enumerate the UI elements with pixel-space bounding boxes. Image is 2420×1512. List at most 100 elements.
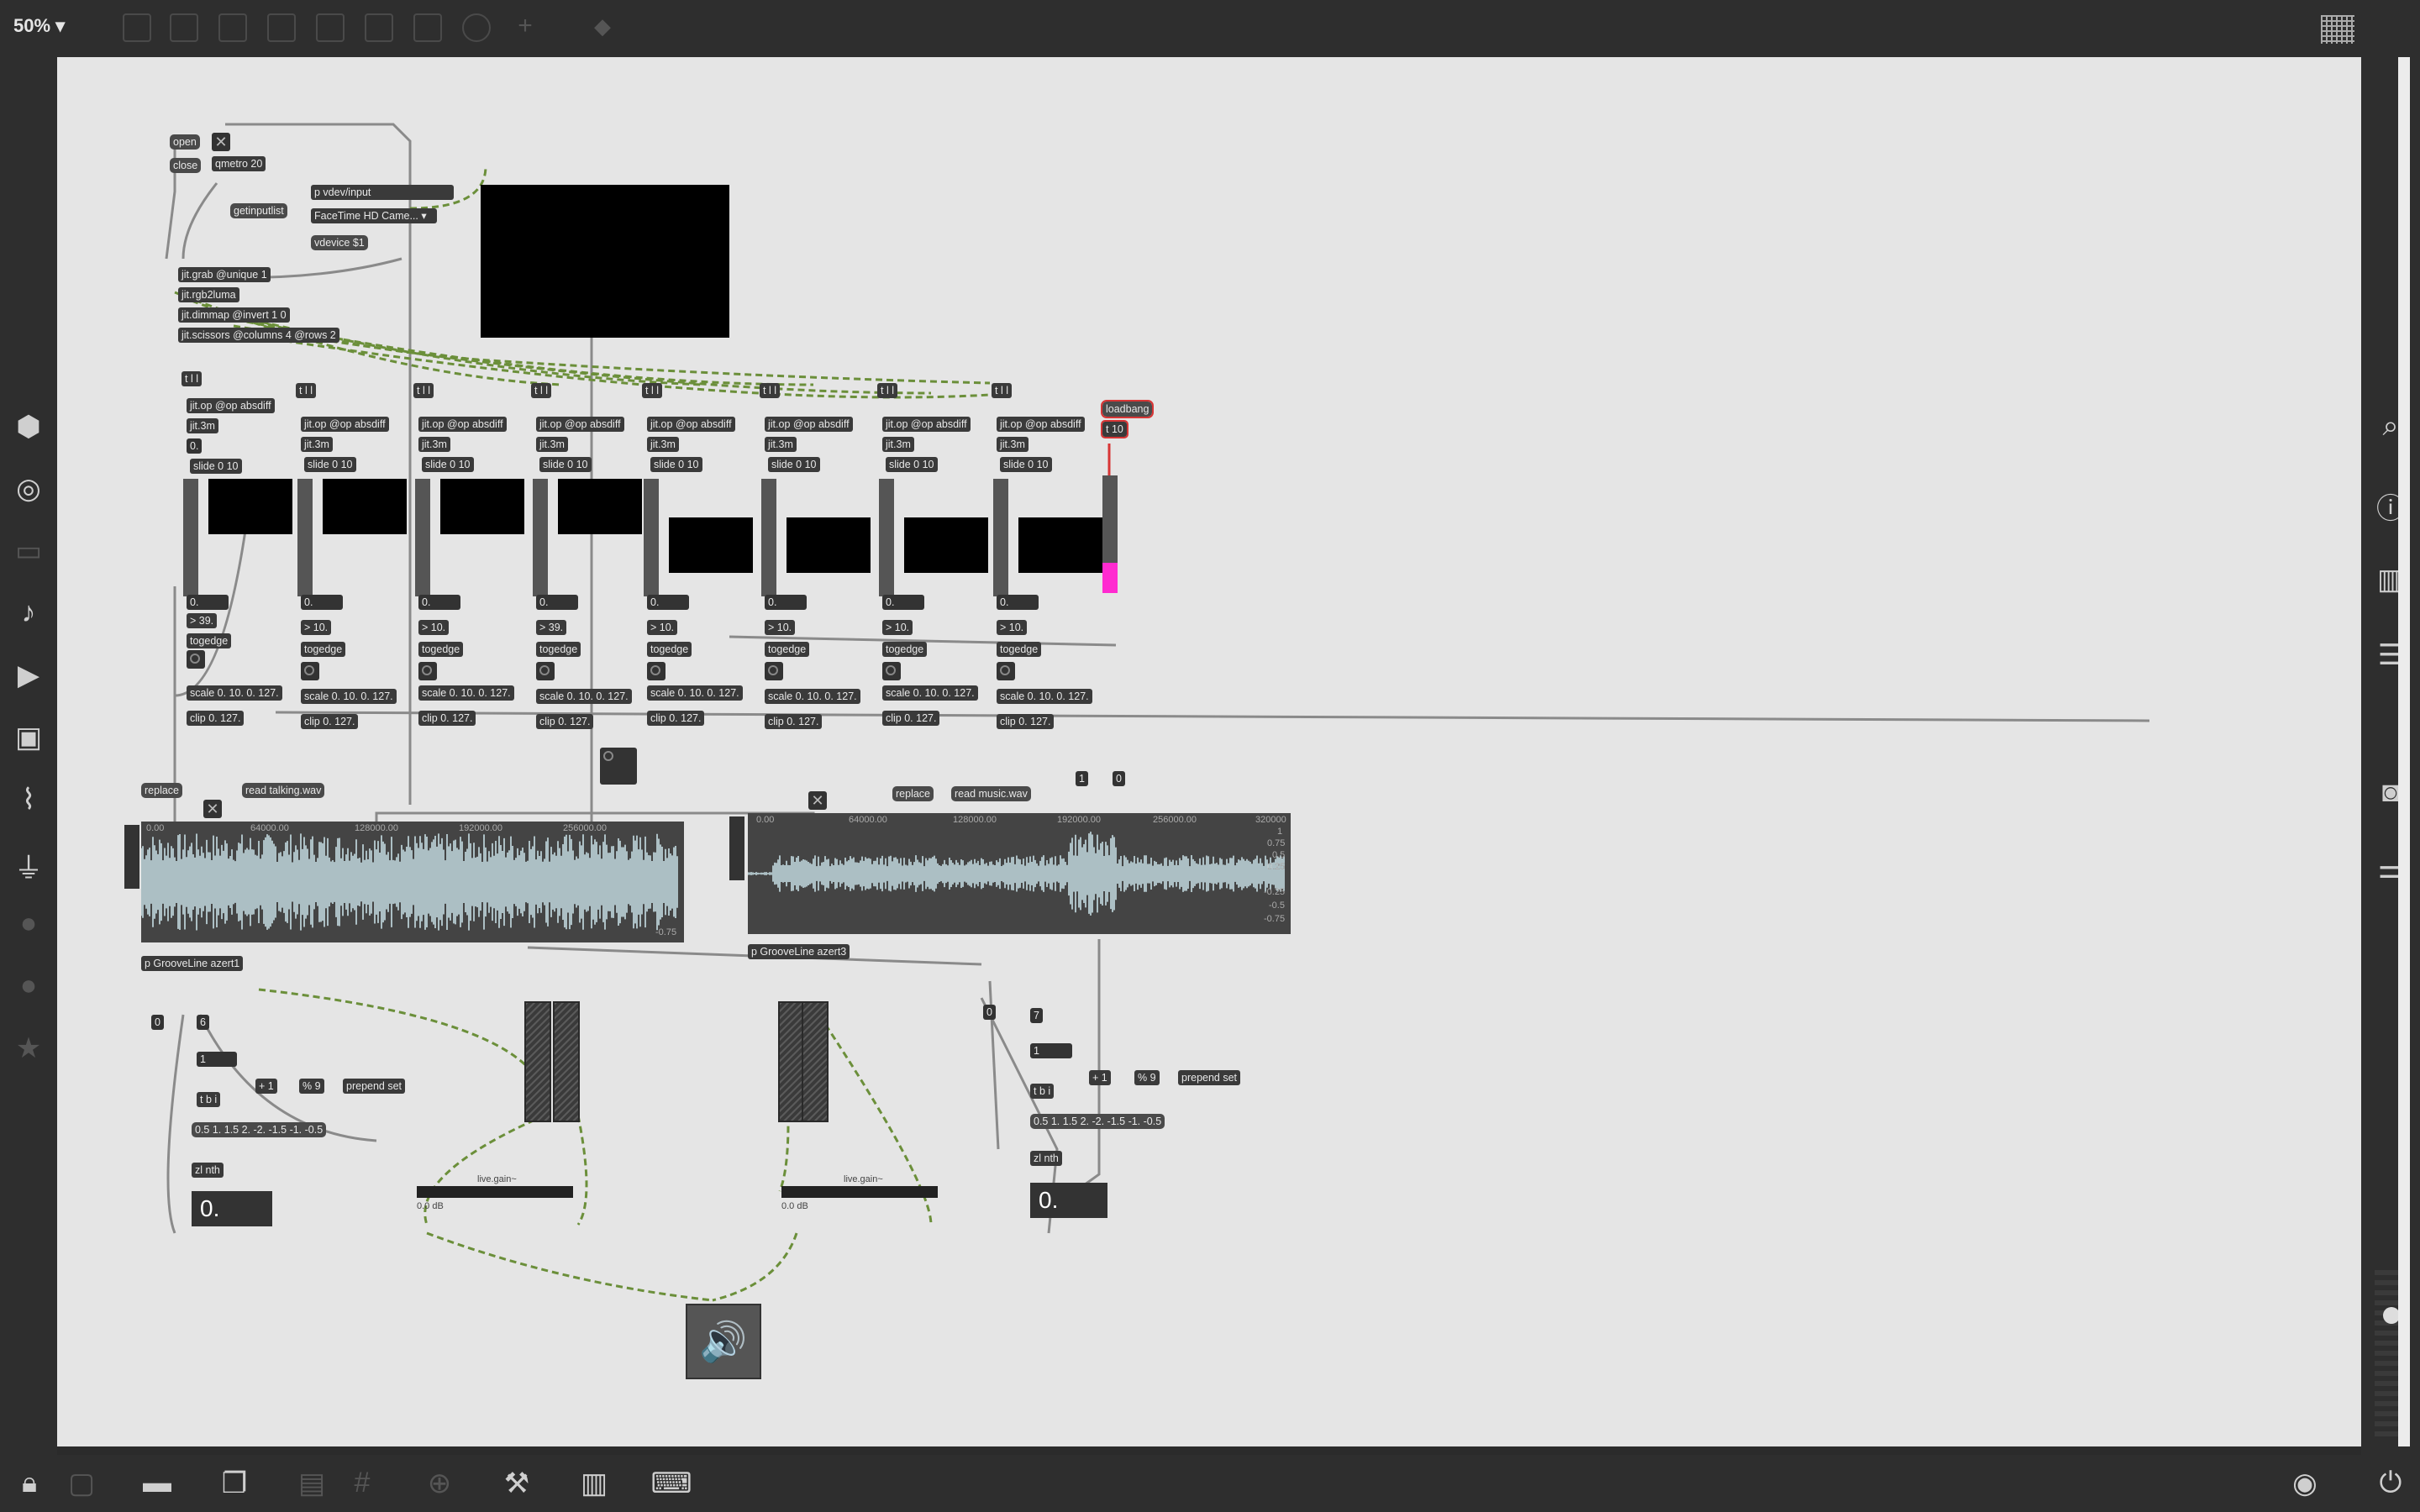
speed-number-box[interactable]: 0. — [1030, 1183, 1107, 1218]
add-pin-icon[interactable]: ⊕ — [418, 1467, 460, 1500]
presentation-icon[interactable]: ▢ — [60, 1467, 103, 1500]
channel-preview[interactable] — [208, 479, 292, 534]
left-gain-fader-r[interactable] — [553, 1001, 580, 1122]
toggle[interactable]: ✕ — [212, 133, 230, 151]
scale-object[interactable]: scale 0. 10. 0. 127. — [647, 685, 743, 701]
trigger-ll-object[interactable]: t l l — [182, 371, 202, 386]
audio-on-icon[interactable]: ◉ — [2284, 1467, 2326, 1500]
zl-nth-object[interactable]: zl nth — [1030, 1151, 1062, 1166]
new-message-icon[interactable] — [170, 13, 198, 42]
trigger-ll-object[interactable]: t l l — [760, 383, 780, 398]
jit-op-absdiff-object[interactable]: jit.op @op absdiff — [301, 417, 389, 432]
number-box[interactable]: 0 — [1113, 771, 1125, 786]
channel-preview[interactable] — [440, 479, 524, 534]
bang[interactable] — [997, 662, 1015, 680]
slide-object[interactable]: slide 0 10 — [539, 457, 592, 472]
replace-message-right[interactable]: replace — [892, 786, 934, 801]
trigger-ll-object[interactable]: t l l — [642, 383, 662, 398]
right-gain-fader-r[interactable] — [802, 1001, 829, 1122]
trigger-10-object[interactable]: t 10 — [1101, 420, 1128, 438]
threshold-object[interactable]: > 10. — [882, 620, 913, 635]
grooveline-right[interactable]: p GrooveLine azert3 — [748, 944, 850, 959]
qmetro-object[interactable]: qmetro 20 — [212, 156, 266, 171]
new-object-icon[interactable] — [123, 13, 151, 42]
number-box[interactable]: 0 — [983, 1005, 996, 1020]
lock-icon[interactable]: 🔒︎ — [8, 1467, 50, 1499]
jit-3m-object[interactable]: jit.3m — [882, 437, 914, 452]
clip-object[interactable]: clip 0. 127. — [536, 714, 594, 729]
number-box[interactable]: 0. — [187, 595, 229, 610]
jit-op-absdiff-object[interactable]: jit.op @op absdiff — [418, 417, 507, 432]
grid-snap-icon[interactable]: # — [341, 1467, 383, 1499]
live-gain-left[interactable] — [417, 1186, 573, 1198]
jit-rgb2luma-object[interactable]: jit.rgb2luma — [178, 287, 239, 302]
clip-object[interactable]: clip 0. 127. — [418, 711, 476, 726]
media-icon[interactable]: ▭ — [8, 534, 50, 568]
scale-object[interactable]: scale 0. 10. 0. 127. — [187, 685, 282, 701]
clip-object[interactable]: clip 0. 127. — [765, 714, 823, 729]
waveform-left-tool-palette[interactable] — [124, 825, 139, 889]
bang[interactable] — [187, 650, 205, 669]
threshold-object[interactable]: > 10. — [301, 620, 332, 635]
slide-object[interactable]: slide 0 10 — [768, 457, 820, 472]
replace-message-left[interactable]: replace — [141, 783, 182, 798]
jit-op-absdiff-object[interactable]: jit.op @op absdiff — [647, 417, 735, 432]
jit-op-absdiff-object[interactable]: jit.op @op absdiff — [882, 417, 971, 432]
waveform-left[interactable]: 0.00 64000.00 128000.00 192000.00 256000… — [141, 822, 684, 942]
togedge-object[interactable]: togedge — [765, 642, 810, 657]
channel-preview[interactable] — [558, 479, 642, 534]
channel-meter[interactable] — [993, 479, 1008, 596]
trigger-ll-object[interactable]: t l l — [296, 383, 316, 398]
read-talking-message[interactable]: read talking.wav — [242, 783, 325, 798]
modulo-object[interactable]: % 9 — [1134, 1070, 1160, 1085]
number-box[interactable]: 0. — [765, 595, 807, 610]
loadbang-object[interactable]: loadbang — [1100, 400, 1155, 418]
threshold-object[interactable]: > 10. — [765, 620, 796, 635]
zoom-menu[interactable]: 50% ▾ — [13, 15, 65, 37]
clip-object[interactable]: clip 0. 127. — [997, 714, 1055, 729]
read-music-message[interactable]: read music.wav — [951, 786, 1031, 801]
jit-3m-object[interactable]: jit.3m — [418, 437, 450, 452]
number-box[interactable]: 0. — [647, 595, 689, 610]
threshold-object[interactable]: > 10. — [647, 620, 678, 635]
jit-op-absdiff-object[interactable]: jit.op @op absdiff — [997, 417, 1085, 432]
clip-object[interactable]: clip 0. 127. — [187, 711, 245, 726]
scale-object[interactable]: scale 0. 10. 0. 127. — [997, 689, 1092, 704]
debug-icon[interactable]: ▤ — [291, 1467, 333, 1500]
new-number-icon[interactable] — [365, 13, 393, 42]
vdev-input-subpatcher[interactable]: p vdev/input — [311, 185, 454, 200]
clip-object[interactable]: clip 0. 127. — [647, 711, 705, 726]
jit-op-absdiff-object[interactable]: jit.op @op absdiff — [765, 417, 853, 432]
master-bang[interactable] — [600, 748, 637, 785]
new-comment-icon[interactable] — [218, 13, 247, 42]
threshold-object[interactable]: > 39. — [187, 613, 218, 628]
getinputlist-message[interactable]: getinputlist — [230, 203, 287, 218]
togedge-object[interactable]: togedge — [997, 642, 1042, 657]
right-play-toggle[interactable]: ✕ — [808, 791, 827, 810]
jit-op-absdiff-object[interactable]: jit.op @op absdiff — [187, 398, 275, 413]
trigger-ll-object[interactable]: t l l — [413, 383, 434, 398]
slide-object[interactable]: slide 0 10 — [304, 457, 356, 472]
power-icon[interactable]: ⏻ — [2370, 1467, 2412, 1499]
new-slider-icon[interactable] — [413, 13, 442, 42]
windows-icon[interactable]: ❐ — [213, 1467, 255, 1500]
channel-meter[interactable] — [415, 479, 430, 596]
paint-bucket-icon[interactable]: ◆ — [588, 13, 617, 42]
scale-object[interactable]: scale 0. 10. 0. 127. — [536, 689, 632, 704]
target-icon[interactable]: ◎ — [8, 472, 50, 506]
beap-icon[interactable]: ● — [8, 969, 50, 1002]
number-box[interactable]: 1 — [1076, 771, 1088, 786]
trigger-bi-object[interactable]: t b i — [197, 1092, 221, 1107]
speaker-icon[interactable]: 🔊 — [686, 1304, 761, 1379]
threshold-object[interactable]: > 10. — [997, 620, 1028, 635]
scale-object[interactable]: scale 0. 10. 0. 127. — [765, 689, 860, 704]
vizzie-icon[interactable]: ● — [8, 907, 50, 940]
number-box[interactable]: 0. — [997, 595, 1039, 610]
number-box[interactable]: 0. — [301, 595, 343, 610]
counter-number-box[interactable]: 1 — [197, 1052, 237, 1067]
channel-meter[interactable] — [644, 479, 659, 596]
scale-object[interactable]: scale 0. 10. 0. 127. — [882, 685, 978, 701]
counter-number-box[interactable]: 1 — [1030, 1043, 1072, 1058]
camera-menu[interactable]: FaceTime HD Came... ▾ — [311, 208, 437, 223]
bang[interactable] — [536, 662, 555, 680]
